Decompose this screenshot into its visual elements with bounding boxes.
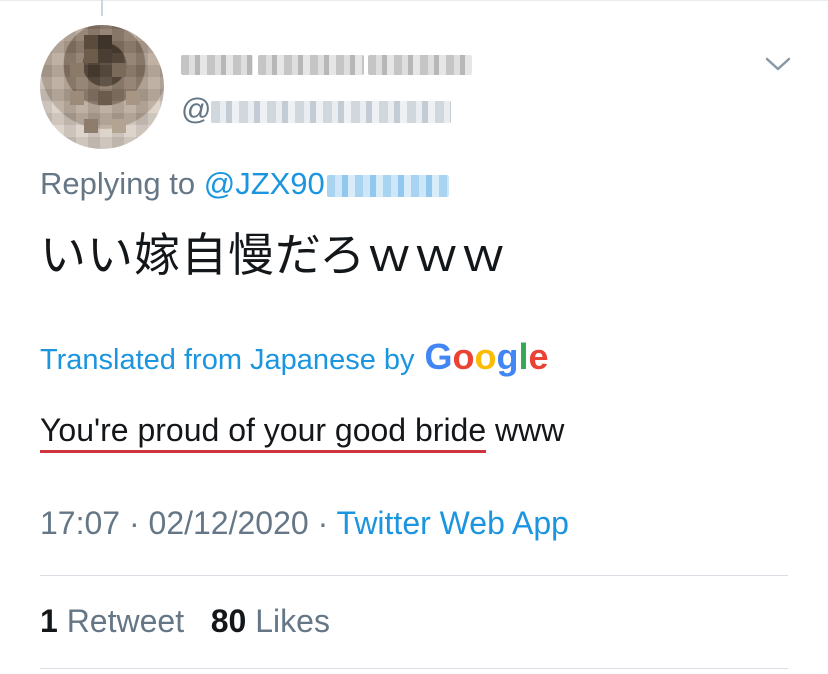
tweet-time[interactable]: 17:07 <box>40 505 120 541</box>
avatar-pixel <box>112 63 126 77</box>
translation-attribution: Translated from Japanese by Google <box>40 336 549 378</box>
google-logo: Google <box>424 336 549 377</box>
avatar-pixel <box>112 119 126 133</box>
avatar-pixel <box>98 35 112 49</box>
tweet-source-link[interactable]: Twitter Web App <box>337 505 569 541</box>
translated-from-label: Translated from Japanese by <box>40 344 415 376</box>
translated-text-flagged: You're proud of your good bride <box>40 412 487 453</box>
display-name-blur-2 <box>258 55 364 75</box>
avatar-pixel <box>98 49 112 63</box>
display-name-blur-1 <box>181 55 253 75</box>
reply-mention-redacted <box>326 174 449 197</box>
replying-to-label: Replying to <box>40 166 204 201</box>
avatar-pixel <box>84 49 98 63</box>
meta-separator: · <box>120 505 149 541</box>
handle-prefix: @ <box>181 93 212 126</box>
thread-connector-line <box>101 0 103 16</box>
tweet-metadata: 17:07 · 02/12/2020 · Twitter Web App <box>40 505 569 542</box>
avatar[interactable] <box>40 25 164 149</box>
avatar-pixel <box>98 91 112 105</box>
retweet-count: 1 <box>40 603 58 639</box>
translated-text-rest: www <box>486 412 565 448</box>
avatar-pixel <box>84 119 98 133</box>
display-name-blur-3 <box>368 55 472 75</box>
reply-mention-link[interactable]: @JZX90 <box>204 166 325 201</box>
divider <box>40 575 788 576</box>
avatar-pixel <box>70 63 84 77</box>
top-divider <box>0 0 828 1</box>
tweet-stats: 1 Retweet 80 Likes <box>40 603 330 640</box>
tweet-date[interactable]: 02/12/2020 <box>149 505 309 541</box>
replying-to-line: Replying to @JZX90 <box>40 166 449 202</box>
translated-text: You're proud of your good bride www <box>40 412 565 453</box>
handle-redacted[interactable] <box>211 101 451 123</box>
like-count: 80 <box>210 603 247 639</box>
retweets-stat[interactable]: 1 Retweet <box>40 603 184 639</box>
avatar-pixel <box>126 91 140 105</box>
meta-separator: · <box>308 505 337 541</box>
likes-stat[interactable]: 80 Likes <box>211 603 330 639</box>
avatar-pixel <box>70 91 84 105</box>
like-label: Likes <box>255 603 330 639</box>
chevron-down-icon[interactable] <box>764 52 792 74</box>
avatar-pixel <box>84 35 98 49</box>
divider <box>40 668 788 669</box>
retweet-label: Retweet <box>66 603 185 639</box>
tweet-text: いい嫁自慢だろｗｗｗ <box>40 229 508 281</box>
